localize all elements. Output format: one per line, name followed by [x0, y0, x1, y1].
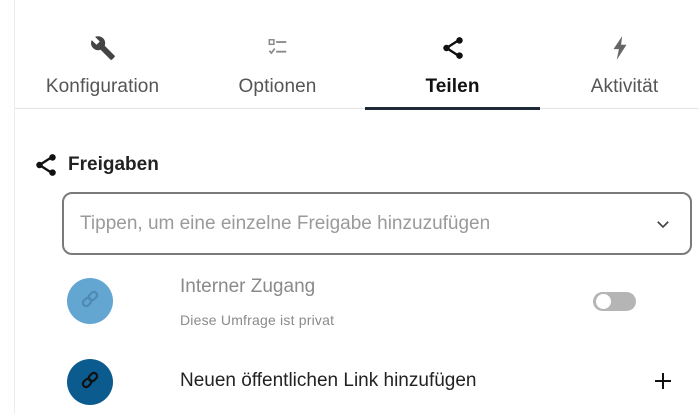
- tab-label: Konfiguration: [45, 76, 160, 97]
- internal-access-subtitle: Diese Umfrage ist privat: [180, 312, 335, 328]
- link-icon: [79, 369, 101, 396]
- tab-label: Optionen: [238, 76, 317, 97]
- checklist-icon: [264, 34, 292, 62]
- internal-access-title: Interner Zugang: [180, 276, 316, 297]
- shares-section-heading: Freigaben: [32, 150, 159, 180]
- public-link-row[interactable]: Neuen öffentlichen Link hinzufügen: [0, 356, 699, 408]
- share-search-box[interactable]: [62, 192, 692, 255]
- internal-access-toggle[interactable]: [593, 292, 636, 311]
- share-icon: [439, 34, 467, 62]
- share-search-input[interactable]: [78, 211, 652, 236]
- tab-label: Teilen: [425, 76, 480, 97]
- internal-access-row: Interner Zugang Diese Umfrage ist privat: [0, 268, 699, 338]
- toggle-knob: [596, 294, 611, 309]
- wrench-icon: [89, 34, 117, 62]
- add-public-link-label[interactable]: Neuen öffentlichen Link hinzufügen: [180, 370, 477, 392]
- link-avatar: [67, 278, 113, 324]
- tab-optionen[interactable]: Optionen: [190, 0, 365, 108]
- lightning-icon: [606, 34, 634, 62]
- section-title: Freigaben: [68, 154, 159, 175]
- link-avatar: [67, 359, 113, 405]
- chevron-down-icon[interactable]: [652, 213, 674, 235]
- sidebar-tabs: Konfiguration Optionen Teilen Aktivität: [15, 0, 699, 110]
- tab-konfiguration[interactable]: Konfiguration: [15, 0, 190, 108]
- tab-aktivitaet[interactable]: Aktivität: [540, 0, 699, 108]
- plus-icon[interactable]: [650, 368, 676, 394]
- share-icon: [32, 151, 60, 179]
- link-icon: [79, 288, 101, 315]
- tab-teilen[interactable]: Teilen: [365, 0, 540, 110]
- tab-label: Aktivität: [590, 76, 659, 97]
